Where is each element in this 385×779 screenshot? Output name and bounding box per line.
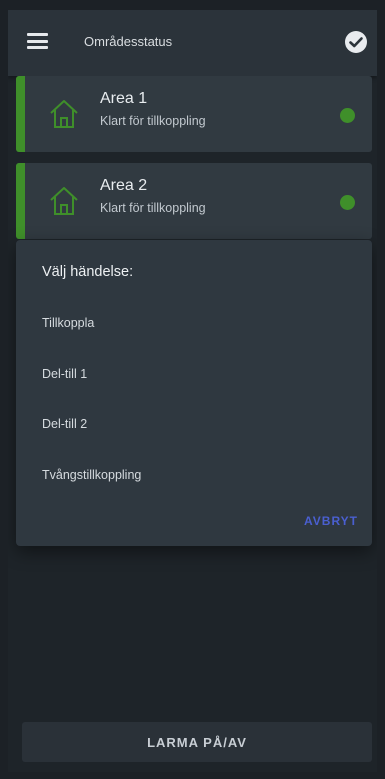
option-del-till-2[interactable]: Del-till 2 [42,417,87,431]
cancel-button[interactable]: AVBRYT [304,514,358,528]
check-circle-icon[interactable] [344,30,368,54]
area-card-2[interactable]: Area 2 Klart för tillkoppling [16,163,372,239]
arm-disarm-button[interactable]: LARMA PÅ/AV [22,722,372,762]
app-screen: Områdesstatus Area 1 Klart för tillkoppl… [8,10,377,772]
page-title: Områdesstatus [84,34,173,49]
arm-disarm-label: LARMA PÅ/AV [147,734,247,750]
app-bar: Områdesstatus [8,10,377,76]
status-stripe [16,163,25,239]
home-icon [50,187,78,215]
area-status: Klart för tillkoppling [100,114,206,128]
area-name: Area 1 [100,90,148,107]
option-del-till-1[interactable]: Del-till 1 [42,367,87,381]
area-status: Klart för tillkoppling [100,201,206,215]
dialog-title: Välj händelse: [42,264,134,280]
status-dot [340,108,355,123]
option-tvangstillkoppling[interactable]: Tvångstillkoppling [42,468,141,482]
menu-icon[interactable] [27,33,48,49]
option-tillkoppla[interactable]: Tillkoppla [42,316,94,330]
event-dialog: Välj händelse: Tillkoppla Del-till 1 Del… [16,240,372,546]
status-stripe [16,76,25,152]
area-name: Area 2 [100,177,148,194]
home-icon [50,100,78,128]
status-dot [340,195,355,210]
area-card-1[interactable]: Area 1 Klart för tillkoppling [16,76,372,152]
